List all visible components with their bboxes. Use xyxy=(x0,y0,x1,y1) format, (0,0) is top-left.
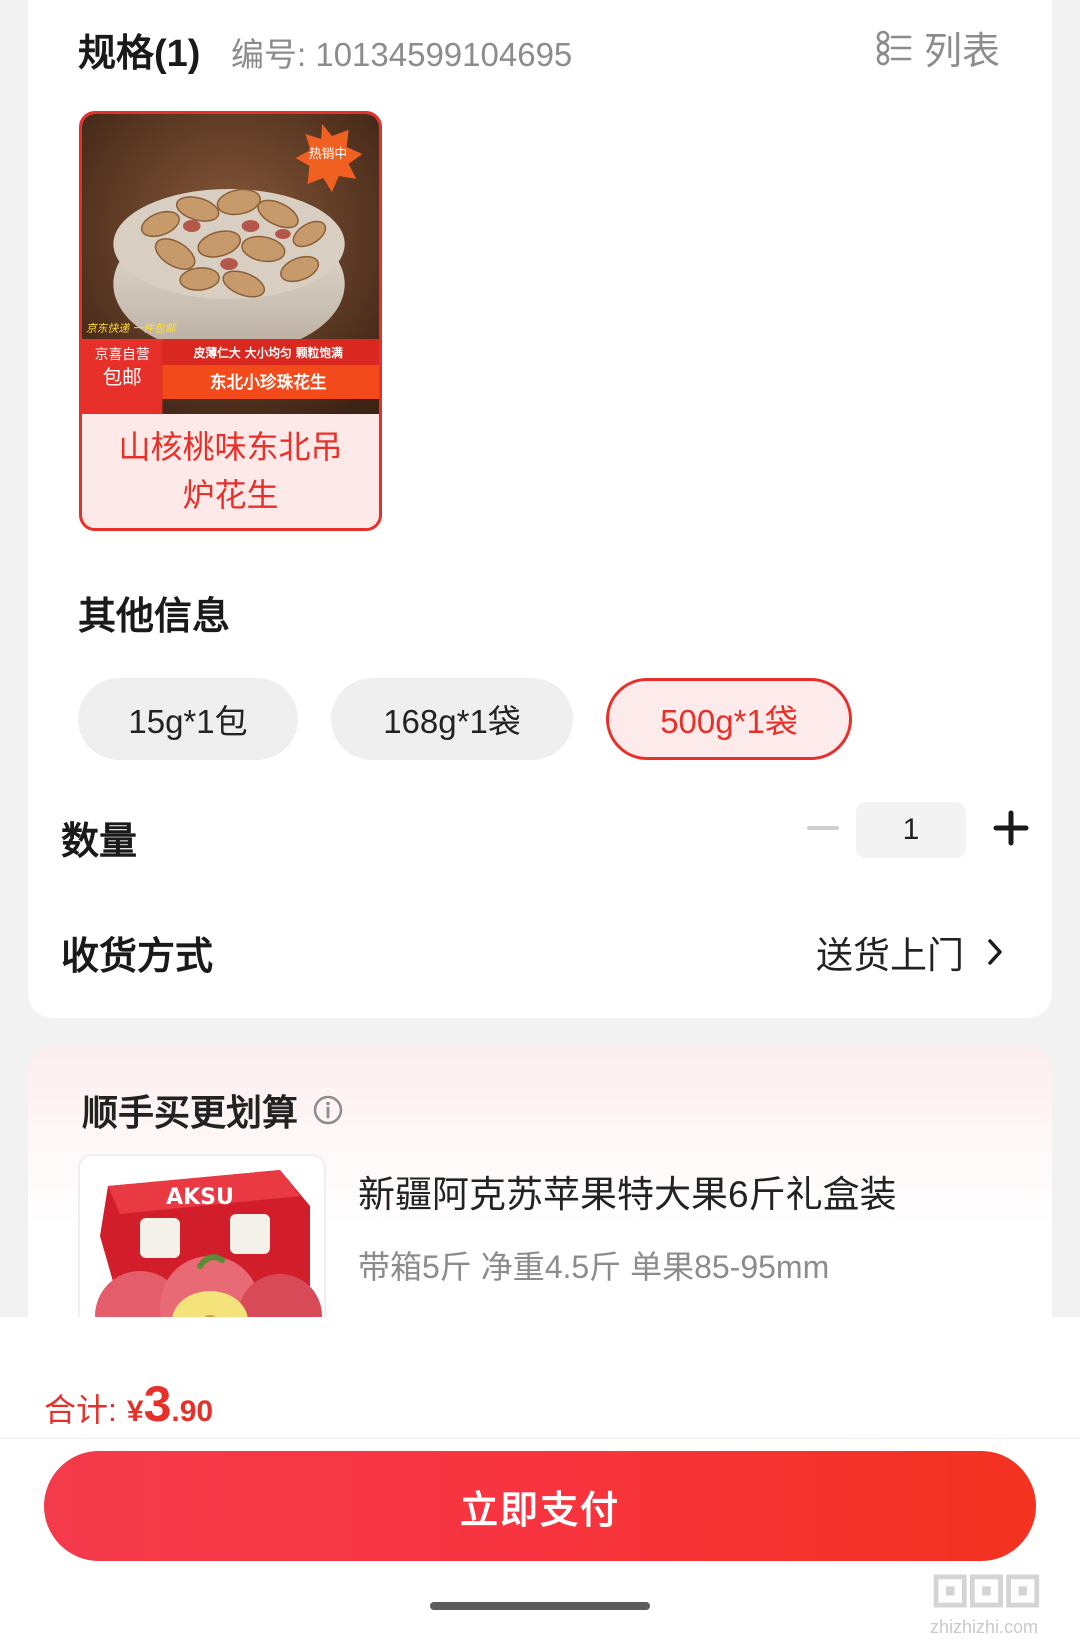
watermark-logo: ⊡⊡⊡ xyxy=(930,1564,1043,1617)
list-label: 列表 xyxy=(924,31,1001,73)
watermark-text: zhizhizhi.com xyxy=(930,1617,1039,1637)
other-info-title: 其他信息 xyxy=(78,596,231,638)
option-chip-500g-selected[interactable]: 500g*1袋 xyxy=(606,678,852,760)
total-decimal: .90 xyxy=(171,1395,214,1428)
variant-card[interactable]: 热销中 京东快递 一件包邮 京喜自营 包邮 皮薄仁大 大小均匀 颗粒饱满 东北小… xyxy=(79,111,382,531)
addon-title-row: 顺手买更划算 xyxy=(82,1084,344,1136)
total-integer: 3 xyxy=(143,1376,172,1432)
minus-icon[interactable] xyxy=(803,808,843,848)
variant-name: 山核桃味东北吊炉花生 xyxy=(118,429,343,513)
svg-text:AKSU: AKSU xyxy=(166,1185,234,1210)
checkout-bar: 合计: ¥ 3 .90 立即支付 ⊡⊡⊡ zhizhizhi.com xyxy=(0,1317,1080,1643)
addon-product-spec: 带箱5斤 净重4.5斤 单果85-95mm xyxy=(358,1249,830,1285)
shipping-method-selector[interactable]: 送货上门 xyxy=(816,925,1004,979)
svg-text:京喜自营: 京喜自营 xyxy=(95,347,150,363)
addon-product-name[interactable]: 新疆阿克苏苹果特大果6斤礼盒装 xyxy=(358,1164,897,1218)
quantity-value[interactable]: 1 xyxy=(856,802,966,858)
total-label: 合计: xyxy=(44,1392,117,1428)
chevron-right-icon xyxy=(988,939,1002,965)
addon-card: 顺手买更划算 AKSU 新疆阿克苏苹果特大果6斤礼盒装 带箱5斤 净重4.5斤 … xyxy=(28,1046,1052,1354)
peanut-product-image: 热销中 京东快递 一件包邮 京喜自营 包邮 皮薄仁大 大小均匀 颗粒饱满 东北小… xyxy=(82,114,379,414)
quantity-label: 数量 xyxy=(61,821,138,863)
total-price: 合计: ¥ 3 .90 xyxy=(44,1375,213,1433)
spec-code: 编号: 10134599104695 xyxy=(231,36,573,73)
spec-card: 规格(1) 编号: 10134599104695 列表 热销中 京东快递 一件包… xyxy=(28,0,1052,1018)
pay-now-button[interactable]: 立即支付 xyxy=(44,1451,1036,1561)
currency-symbol: ¥ xyxy=(126,1395,144,1428)
shipping-label: 收货方式 xyxy=(61,936,214,978)
option-chip-15g[interactable]: 15g*1包 xyxy=(78,678,298,760)
addon-title: 顺手买更划算 xyxy=(82,1092,299,1133)
divider xyxy=(0,1438,1080,1439)
svg-text:东北小珍珠花生: 东北小珍珠花生 xyxy=(210,372,327,392)
option-chip-168g[interactable]: 168g*1袋 xyxy=(331,678,573,760)
home-indicator[interactable] xyxy=(430,1602,650,1610)
spec-title: 规格(1) xyxy=(78,33,201,75)
plus-icon[interactable] xyxy=(988,805,1034,851)
svg-text:热销中: 热销中 xyxy=(309,147,347,162)
svg-text:包邮: 包邮 xyxy=(103,366,142,389)
shipping-value: 送货上门 xyxy=(816,935,964,976)
svg-text:皮薄仁大 大小均匀 颗粒饱满: 皮薄仁大 大小均匀 颗粒饱满 xyxy=(193,346,343,360)
list-icon xyxy=(876,30,912,65)
list-view-toggle[interactable]: 列表 xyxy=(876,20,1000,75)
info-icon[interactable] xyxy=(312,1094,344,1126)
svg-text:京东快递 一件包邮: 京东快递 一件包邮 xyxy=(86,322,178,335)
